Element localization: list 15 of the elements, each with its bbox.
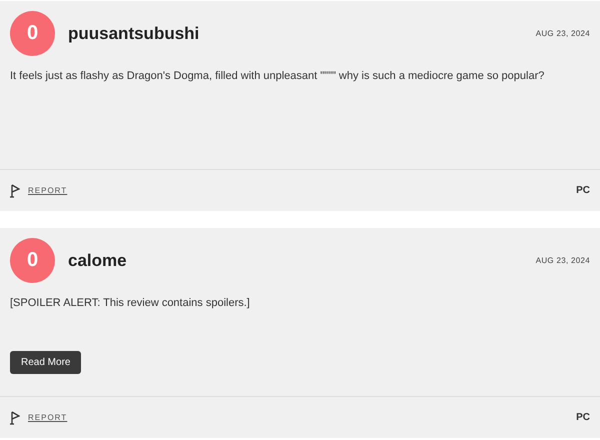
platform-label: PC (576, 185, 590, 196)
report-link[interactable]: REPORT (28, 413, 68, 422)
review-text: [SPOILER ALERT: This review contains spoilers.] (10, 297, 250, 309)
username: puusantsubushi (68, 24, 200, 44)
avatar: 0 (10, 238, 55, 283)
username: calome (68, 250, 128, 270)
read-more-button[interactable]: Read More (10, 351, 82, 374)
report-link[interactable]: REPORT (28, 186, 68, 195)
platform-label: PC (576, 412, 590, 423)
review-text: It feels just as flashy as Dragon's Dogma, filled with unpleasant """" why is such a mediocre game so popular? (10, 70, 544, 82)
avatar: 0 (10, 11, 55, 56)
review-date: AUG 23, 2024 (536, 256, 590, 265)
review-date: AUG 23, 2024 (536, 29, 590, 38)
flag-icon[interactable] (10, 184, 20, 198)
flag-icon[interactable] (10, 410, 20, 424)
